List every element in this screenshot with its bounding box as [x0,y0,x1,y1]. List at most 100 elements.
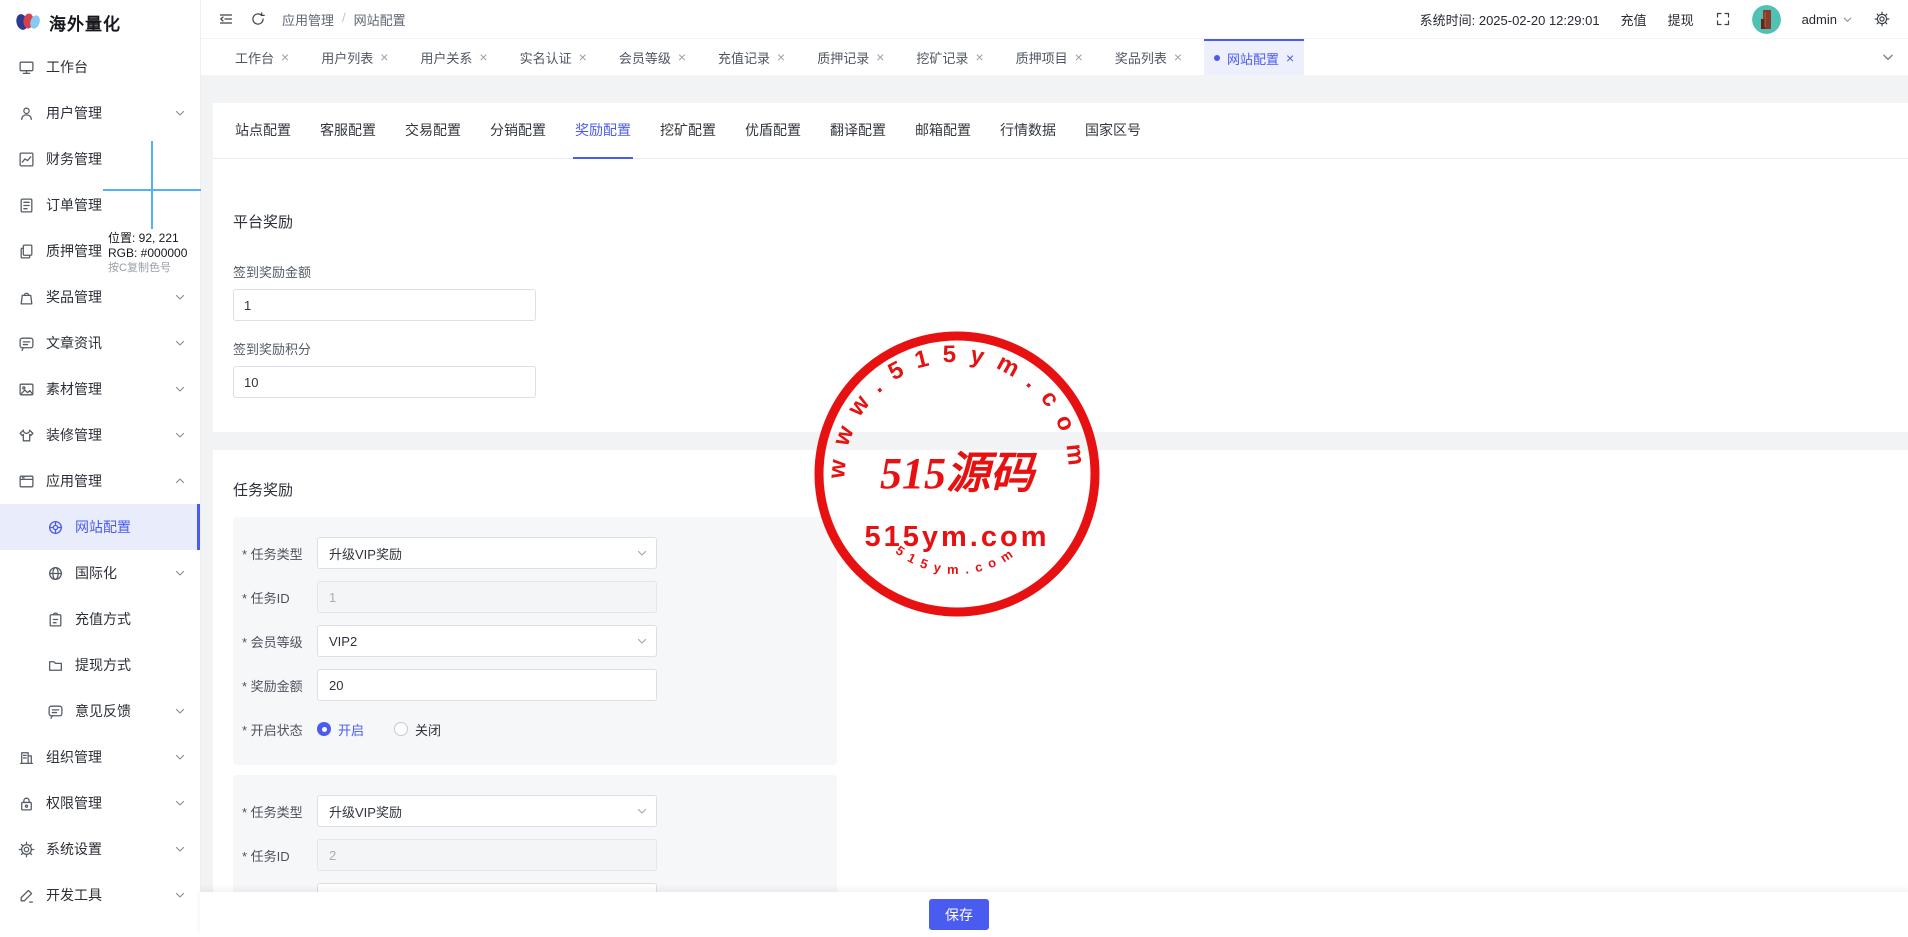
config-tab-distribution[interactable]: 分销配置 [488,103,548,159]
sidebar-item-permissions[interactable]: 权限管理 [0,780,200,826]
close-icon[interactable]: × [1286,51,1294,65]
sidebar-item-label: 质押管理 [46,241,102,261]
close-icon[interactable]: × [777,50,785,64]
tab-member-level[interactable]: 会员等级 × [609,39,696,75]
sidebar-item-workbench[interactable]: 工作台 [0,44,200,90]
config-tab-customer-service[interactable]: 客服配置 [318,103,378,159]
sidebar-menu: 工作台 用户管理 财务管理 订单管理 质押管理 奖品管理 文章资讯 [0,44,200,918]
config-tab-market-data[interactable]: 行情数据 [998,103,1058,159]
radio-unselected-icon [394,722,408,736]
tab-prize-list[interactable]: 奖品列表 × [1105,39,1192,75]
radio-on[interactable]: 开启 [317,720,364,739]
sidebar-item-organization[interactable]: 组织管理 [0,734,200,780]
sidebar-item-label: 网站配置 [75,517,131,537]
tab-label: 工作台 [235,48,274,67]
sidebar-item-user-management[interactable]: 用户管理 [0,90,200,136]
tab-site-config-active[interactable]: 网站配置 × [1204,39,1304,75]
chevron-down-icon [174,751,186,763]
close-icon[interactable]: × [380,50,388,64]
close-icon[interactable]: × [479,50,487,64]
fullscreen-icon[interactable] [1715,11,1731,27]
member-level-select[interactable]: VIP2 [317,625,657,657]
sidebar-item-recharge-method[interactable]: 充值方式 [0,596,200,642]
folder-icon [47,657,64,674]
close-icon[interactable]: × [579,50,587,64]
sidebar-item-material-management[interactable]: 素材管理 [0,366,200,412]
config-tab-site[interactable]: 站点配置 [233,103,293,159]
content-area: 站点配置 客服配置 交易配置 分销配置 奖励配置 挖矿配置 优盾配置 翻译配置 … [200,75,1908,937]
signin-amount-input[interactable] [233,289,536,321]
tab-workbench[interactable]: 工作台 × [225,39,299,75]
tab-list-chevron-down-icon[interactable] [1881,50,1895,64]
sidebar-item-i18n[interactable]: 国际化 [0,550,200,596]
sidebar-item-dev-tools[interactable]: 开发工具 [0,872,200,918]
chevron-down-icon [174,337,186,349]
sidebar-item-label: 奖品管理 [46,287,102,307]
sidebar-item-article-news[interactable]: 文章资讯 [0,320,200,366]
tab-user-relations[interactable]: 用户关系 × [410,39,497,75]
lock-icon [18,795,35,812]
config-tab-mining[interactable]: 挖矿配置 [658,103,718,159]
breadcrumb-page: 网站配置 [354,10,406,29]
tab-user-list[interactable]: 用户列表 × [311,39,398,75]
tab-label: 挖矿记录 [916,48,968,67]
system-time: 系统时间: 2025-02-20 12:29:01 [1420,10,1600,29]
close-icon[interactable]: × [876,50,884,64]
sidebar-item-app-management[interactable]: 应用管理 [0,458,200,504]
config-tab-email[interactable]: 邮箱配置 [913,103,973,159]
sidebar-item-pledge-management[interactable]: 质押管理 [0,228,200,274]
sidebar-item-finance-management[interactable]: 财务管理 [0,136,200,182]
config-tab-country-code[interactable]: 国家区号 [1083,103,1143,159]
image-icon [18,381,35,398]
save-bar: 保存 [200,892,1908,937]
app-logo-icon [15,11,41,33]
signin-points-input[interactable] [233,366,536,398]
tabbar: 工作台 × 用户列表 × 用户关系 × 实名认证 × 会员等级 × 充值记录 ×… [200,39,1908,75]
radio-off[interactable]: 关闭 [394,720,441,739]
tab-real-name-auth[interactable]: 实名认证 × [510,39,597,75]
chevron-down-icon [174,797,186,809]
sidebar-item-order-management[interactable]: 订单管理 [0,182,200,228]
tab-label: 实名认证 [520,48,572,67]
sidebar: 海外量化 工作台 用户管理 财务管理 订单管理 质押管理 奖品管理 [0,0,201,937]
reward-amount-input[interactable] [317,669,657,701]
config-tab-trade[interactable]: 交易配置 [403,103,463,159]
sidebar-item-feedback[interactable]: 意见反馈 [0,688,200,734]
menu-fold-icon[interactable] [218,11,234,27]
config-tab-youdun[interactable]: 优盾配置 [743,103,803,159]
save-button[interactable]: 保存 [929,899,989,930]
chevron-down-icon [174,843,186,855]
sidebar-item-withdraw-method[interactable]: 提现方式 [0,642,200,688]
tab-mining-records[interactable]: 挖矿记录 × [906,39,993,75]
field-label-signin-points: 签到奖励积分 [233,339,1908,358]
close-icon[interactable]: × [1174,50,1182,64]
close-icon[interactable]: × [1075,50,1083,64]
tab-pledge-projects[interactable]: 质押项目 × [1006,39,1093,75]
task-type-select[interactable]: 升级VIP奖励 [317,795,657,827]
sidebar-item-decoration-management[interactable]: 装修管理 [0,412,200,458]
shirt-icon [18,427,35,444]
settings-gear-icon[interactable] [1874,11,1890,27]
sidebar-item-system-settings[interactable]: 系统设置 [0,826,200,872]
tab-pledge-records[interactable]: 质押记录 × [807,39,894,75]
tab-label: 质押项目 [1016,48,1068,67]
field-label-signin-amount: 签到奖励金额 [233,262,1908,281]
config-tab-reward-active[interactable]: 奖励配置 [573,103,633,159]
withdraw-link[interactable]: 提现 [1668,10,1694,29]
tab-recharge-records[interactable]: 充值记录 × [708,39,795,75]
task-type-select[interactable]: 升级VIP奖励 [317,537,657,569]
radio-label: 开启 [338,720,364,739]
user-menu[interactable]: admin [1802,12,1853,27]
chevron-down-icon [636,547,648,559]
recharge-link[interactable]: 充值 [1621,10,1647,29]
refresh-icon[interactable] [250,11,266,27]
sidebar-item-prize-management[interactable]: 奖品管理 [0,274,200,320]
sidebar-item-site-config[interactable]: 网站配置 [0,504,200,550]
close-icon[interactable]: × [281,50,289,64]
close-icon[interactable]: × [975,50,983,64]
breadcrumb-section[interactable]: 应用管理 [282,10,334,29]
avatar[interactable] [1752,5,1781,34]
config-tab-translate[interactable]: 翻译配置 [828,103,888,159]
field-label-task-type: * 任务类型 [242,544,317,563]
close-icon[interactable]: × [678,50,686,64]
